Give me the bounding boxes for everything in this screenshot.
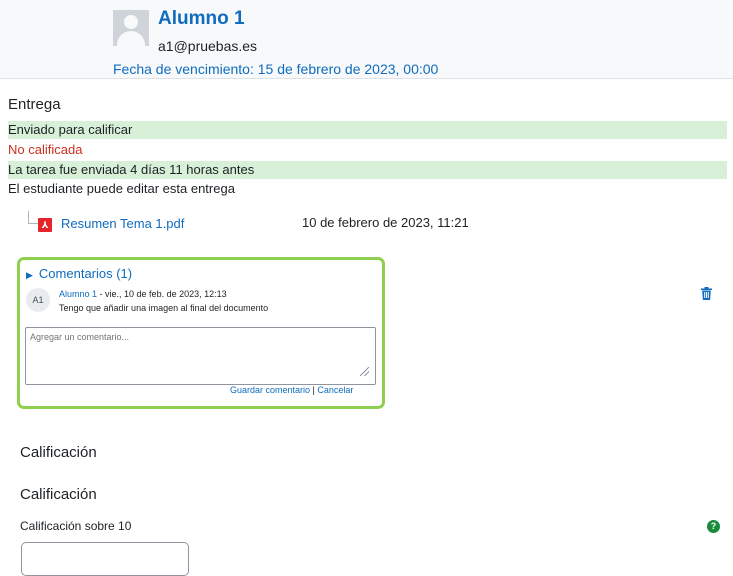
submission-section-title: Entrega xyxy=(8,96,61,113)
file-date: 10 de febrero de 2023, 11:21 xyxy=(302,215,469,230)
comment-author-link[interactable]: Alumno 1 xyxy=(59,289,97,299)
submission-header: Alumno 1 a1@pruebas.es Fecha de vencimie… xyxy=(0,0,733,79)
comment-meta: Alumno 1 - vie., 10 de feb. de 2023, 12:… xyxy=(59,289,227,299)
grade-subsection-title: Calificación xyxy=(20,486,97,503)
comment-date: - vie., 10 de feb. de 2023, 12:13 xyxy=(97,289,227,299)
editing-status: El estudiante puede editar esta entrega xyxy=(8,181,235,196)
student-avatar[interactable] xyxy=(113,10,149,46)
student-name-link[interactable]: Alumno 1 xyxy=(158,8,245,30)
resize-grip-icon[interactable] xyxy=(360,367,369,376)
comment-author-avatar: A1 xyxy=(26,288,50,312)
save-comment-link[interactable]: Guardar comentario xyxy=(230,385,310,395)
grade-section-title: Calificación xyxy=(20,444,97,461)
grading-status: No calificada xyxy=(8,142,83,157)
comment-input[interactable] xyxy=(25,327,376,385)
avatar-head-shape xyxy=(124,15,138,29)
pdf-file-icon: ⅄ xyxy=(38,218,52,232)
comment-actions: Guardar comentario | Cancelar xyxy=(230,385,353,395)
submission-status: Enviado para calificar xyxy=(8,121,727,139)
file-download-link[interactable]: Resumen Tema 1.pdf xyxy=(61,216,184,231)
comment-text: Tengo que añadir una imagen al final del… xyxy=(59,303,269,313)
comments-panel: ▶ Comentarios (1) A1 Alumno 1 - vie., 10 … xyxy=(17,257,385,409)
avatar-body-shape xyxy=(117,31,145,46)
trash-icon[interactable] xyxy=(701,287,712,300)
question-circle-icon[interactable]: ? xyxy=(707,520,720,533)
caret-right-icon: ▶ xyxy=(26,270,33,280)
cancel-comment-link[interactable]: Cancelar xyxy=(317,385,353,395)
student-email: a1@pruebas.es xyxy=(158,38,258,54)
comments-toggle[interactable]: ▶ Comentarios (1) xyxy=(26,266,132,281)
comments-toggle-label: Comentarios (1) xyxy=(38,266,133,281)
grade-input[interactable] xyxy=(21,542,189,576)
due-date: Fecha de vencimiento: 15 de febrero de 2… xyxy=(113,61,439,77)
grade-field-label: Calificación sobre 10 xyxy=(20,519,132,533)
time-remaining: La tarea fue enviada 4 días 11 horas ant… xyxy=(8,161,727,179)
